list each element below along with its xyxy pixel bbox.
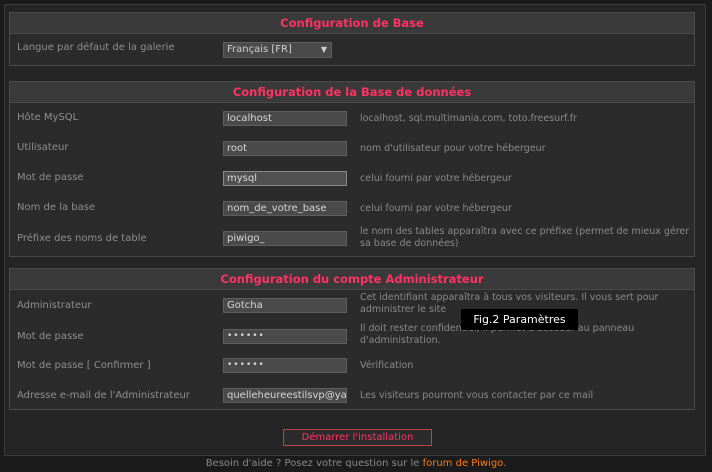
admin-row: Administrateur Gotcha Cet identifiant ap… xyxy=(10,291,694,319)
admin-row: Mot de passe [ Confirmer ] •••••• Vérifi… xyxy=(10,353,694,379)
db-user-label: Utilisateur xyxy=(17,142,69,153)
language-select[interactable]: Français [FR] ▼ xyxy=(223,42,332,58)
db-name-hint: celui fourni par votre hébergeur xyxy=(360,203,512,214)
db-user-input[interactable]: root xyxy=(223,141,347,156)
db-row: Utilisateur root nom d'utilisateur pour … xyxy=(10,136,694,162)
admin-email-label: Adresse e-mail de l'Administrateur xyxy=(17,390,190,401)
db-user-hint: nom d'utilisateur pour votre hébergeur xyxy=(360,143,546,154)
db-host-label: Hôte MySQL xyxy=(17,112,79,123)
chevron-down-icon: ▼ xyxy=(320,45,327,54)
db-row: Hôte MySQL localhost localhost, sql.mult… xyxy=(10,106,694,132)
db-password-hint: celui fourni par votre hébergeur xyxy=(360,173,512,184)
db-password-label: Mot de passe xyxy=(17,172,84,183)
admin-username-label: Administrateur xyxy=(17,300,92,311)
db-password-input[interactable]: mysql xyxy=(223,171,347,186)
admin-config-section: Configuration du compte Administrateur A… xyxy=(9,268,695,410)
admin-row: Mot de passe •••••• Il doit rester confi… xyxy=(10,321,694,349)
admin-email-hint: Les visiteurs pourront vous contacter pa… xyxy=(360,390,594,401)
admin-password-confirm-label: Mot de passe [ Confirmer ] xyxy=(17,360,151,371)
figure-caption-tooltip: Fig.2 Paramètres xyxy=(461,309,578,330)
admin-password-label: Mot de passe xyxy=(17,331,84,342)
db-config-title: Configuration de la Base de données xyxy=(10,82,694,103)
admin-password-confirm-input[interactable]: •••••• xyxy=(223,358,347,373)
admin-config-title: Configuration du compte Administrateur xyxy=(10,269,694,290)
language-select-value: Français [FR] xyxy=(227,44,292,55)
help-text: Besoin d'aide ? Posez votre question sur… xyxy=(205,458,423,469)
db-host-input[interactable]: localhost xyxy=(223,111,347,126)
db-config-section: Configuration de la Base de données Hôte… xyxy=(9,81,695,257)
language-row: Langue par défaut de la galerie Français… xyxy=(10,35,694,61)
db-name-label: Nom de la base xyxy=(17,202,96,213)
db-prefix-hint: le nom des tables apparaîtra avec ce pré… xyxy=(360,226,690,249)
language-label: Langue par défaut de la galerie xyxy=(17,42,175,53)
db-host-hint: localhost, sql.multimania.com, toto.free… xyxy=(360,113,577,124)
db-row: Nom de la base nom_de_votre_base celui f… xyxy=(10,196,694,222)
start-install-button[interactable]: Démarrer l'installation xyxy=(283,429,432,446)
db-prefix-input[interactable]: piwigo_ xyxy=(223,231,347,246)
db-name-input[interactable]: nom_de_votre_base xyxy=(223,201,347,216)
help-text-end: . xyxy=(503,458,507,469)
admin-username-input[interactable]: Gotcha xyxy=(223,298,347,313)
admin-email-input[interactable]: quelleheureestilsvp@yahoo.fr xyxy=(223,388,347,403)
db-row: Préfixe des noms de table piwigo_ le nom… xyxy=(10,224,694,254)
forum-link[interactable]: forum de Piwigo xyxy=(423,458,504,469)
db-prefix-label: Préfixe des noms de table xyxy=(17,233,147,244)
admin-password-input[interactable]: •••••• xyxy=(223,329,347,344)
base-config-title: Configuration de Base xyxy=(10,13,694,34)
admin-row: Adresse e-mail de l'Administrateur quell… xyxy=(10,383,694,409)
help-footer: Besoin d'aide ? Posez votre question sur… xyxy=(0,458,712,469)
base-config-section: Configuration de Base Langue par défaut … xyxy=(9,12,695,66)
db-row: Mot de passe mysql celui fourni par votr… xyxy=(10,166,694,192)
admin-password-confirm-hint: Vérification xyxy=(360,360,414,371)
